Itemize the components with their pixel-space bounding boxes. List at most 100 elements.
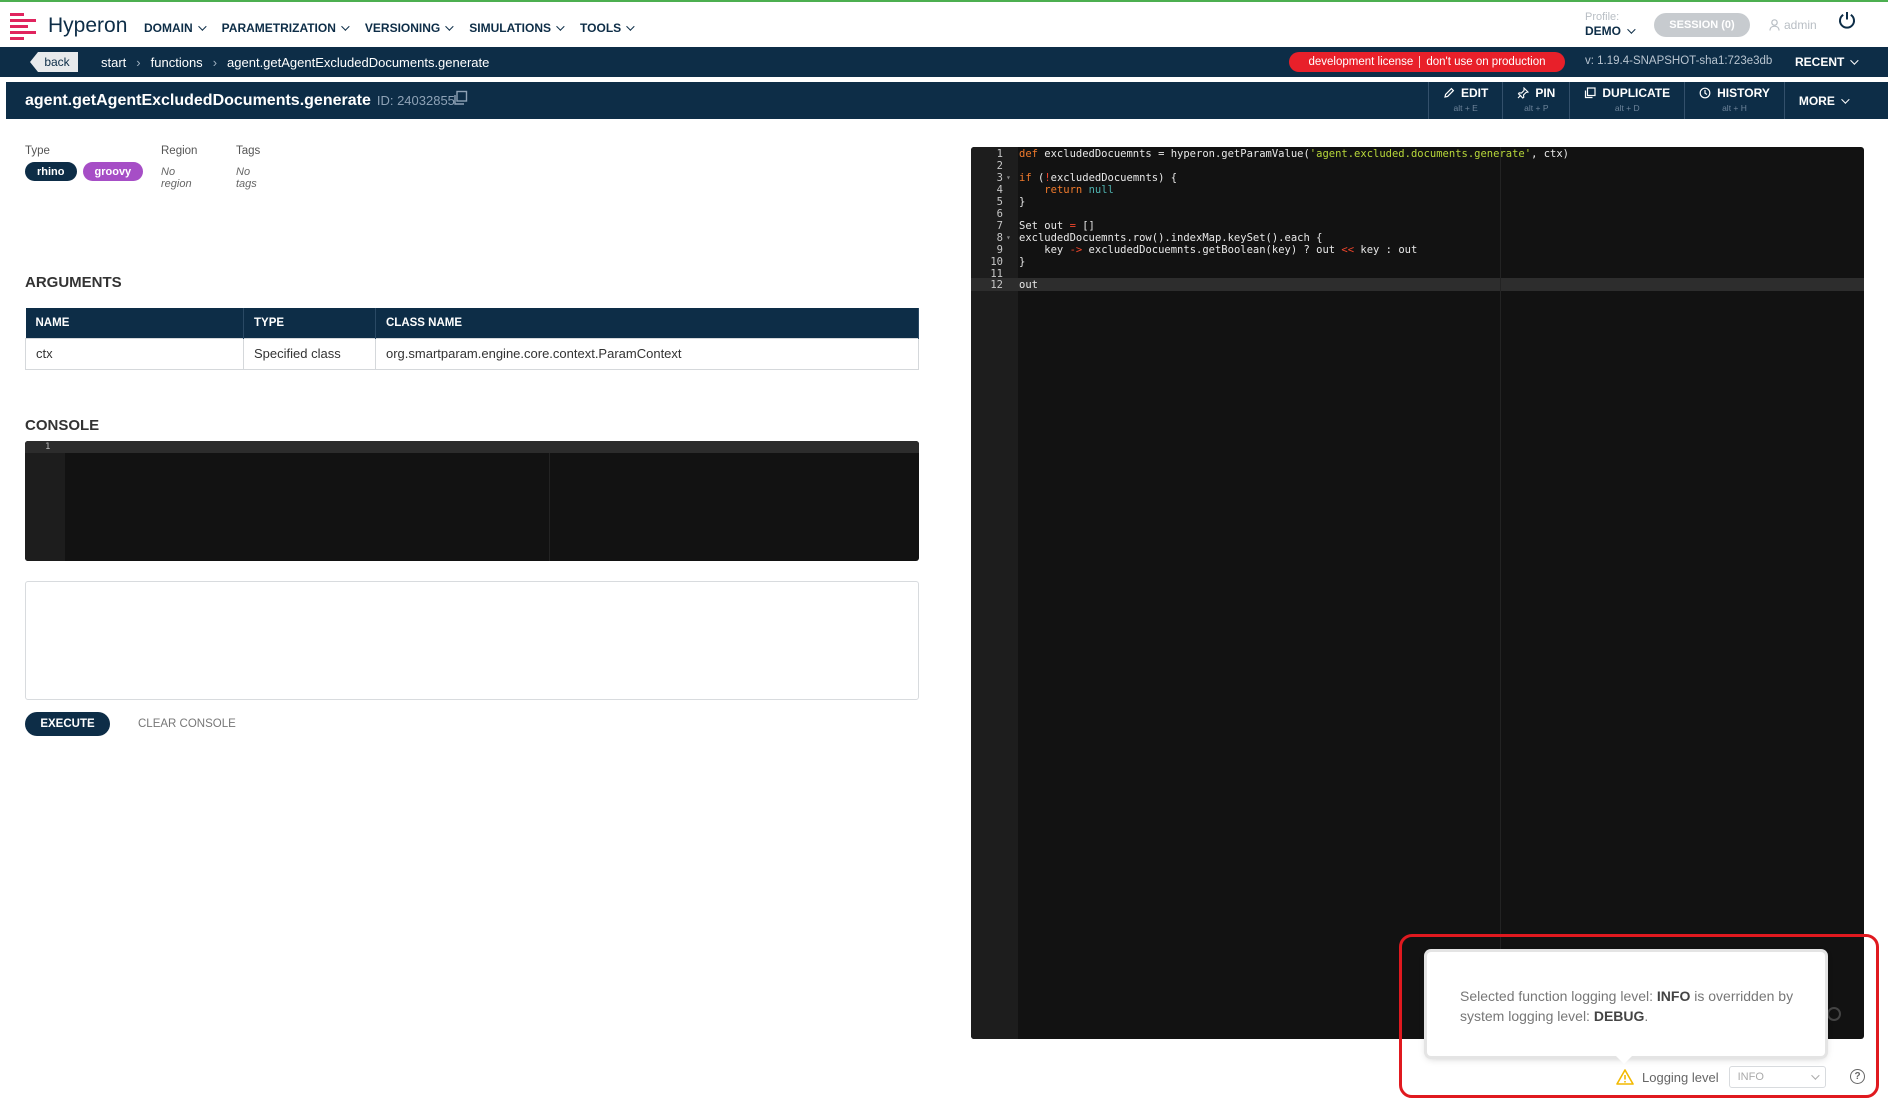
region-field: Region No region — [161, 145, 197, 190]
arg-class-name: org.smartparam.engine.core.context.Param… — [375, 337, 919, 370]
recent-label: RECENT — [1795, 55, 1845, 69]
nav-label: PARAMETRIZATION — [221, 21, 336, 35]
console-editor[interactable]: 1 — [25, 441, 919, 561]
nav-label: TOOLS — [580, 21, 622, 35]
copy-icon — [1585, 87, 1596, 99]
arguments-heading: ARGUMENTS — [25, 274, 122, 291]
fold-icon: ▾ — [1006, 233, 1011, 242]
col-type: TYPE — [243, 308, 376, 338]
tags-field: Tags No tags — [236, 145, 260, 190]
function-id: ID: 24032855 — [376, 93, 455, 108]
license-warning: don't use on production — [1426, 56, 1546, 68]
recent-menu[interactable]: RECENT — [1795, 55, 1860, 69]
pin-label: PIN — [1535, 86, 1556, 100]
arg-type: Specified class — [243, 337, 376, 370]
edit-button[interactable]: EDIT alt + E — [1428, 82, 1502, 119]
console-line-number: 1 — [45, 442, 51, 452]
type-label: Type — [25, 145, 50, 157]
history-label: HISTORY — [1717, 86, 1770, 100]
more-button[interactable]: MORE — [1783, 82, 1861, 119]
user-menu[interactable]: admin — [1769, 18, 1817, 32]
chevron-down-icon — [341, 22, 350, 31]
duplicate-button[interactable]: DUPLICATE alt + D — [1569, 82, 1684, 119]
nav-versioning[interactable]: VERSIONING — [364, 21, 454, 35]
type-field: Type rhino groovy — [25, 145, 144, 181]
power-icon[interactable] — [1838, 11, 1856, 29]
nav-simulations[interactable]: SIMULATIONS — [469, 21, 565, 35]
duplicate-shortcut: alt + D — [1614, 103, 1640, 113]
function-actions: EDIT alt + E PIN alt + P DUPLICATE alt +… — [1428, 82, 1861, 119]
nav-label: SIMULATIONS — [469, 21, 552, 35]
breadcrumb-current: agent.getAgentExcludedDocuments.generate — [227, 55, 490, 70]
logging-tooltip: Selected function logging level: INFO is… — [1427, 952, 1825, 1064]
pencil-icon — [1444, 87, 1455, 98]
top-navbar: Hyperon DOMAIN PARAMETRIZATION VERSIONIN… — [0, 0, 1888, 47]
col-class-name: CLASS NAME — [375, 308, 919, 338]
app-logo[interactable]: Hyperon — [10, 12, 127, 40]
pin-icon — [1517, 87, 1530, 99]
nav-label: VERSIONING — [364, 21, 441, 35]
code-line: 4 return null — [996, 184, 1114, 196]
code-line: 9 key -> excludedDocuemnts.getBoolean(ke… — [996, 244, 1418, 256]
edit-shortcut: alt + E — [1453, 103, 1478, 113]
breadcrumb-bar: back start › functions › agent.getAgentE… — [0, 47, 1888, 77]
logging-level-label: Logging level — [1642, 1069, 1719, 1085]
back-button[interactable]: back — [30, 52, 78, 72]
profile-value: DEMO — [1585, 24, 1621, 38]
nav-label: DOMAIN — [144, 21, 193, 35]
breadcrumb-separator-icon: › — [212, 55, 218, 70]
type-chip-groovy[interactable]: groovy — [82, 162, 144, 181]
col-name: NAME — [25, 308, 244, 338]
edit-label: EDIT — [1461, 86, 1489, 100]
region-label: Region — [161, 145, 198, 157]
logging-level-control: Logging level INFO — [1616, 1066, 1826, 1088]
console-heading: CONSOLE — [25, 417, 100, 434]
code-line: 7 Set out = [] — [996, 220, 1095, 232]
code-line: 2 — [996, 160, 1003, 172]
pin-button[interactable]: PIN alt + P — [1502, 82, 1569, 119]
arg-name: ctx — [25, 337, 244, 370]
code-editor[interactable]: 1 def excludedDocuemnts = hyperon.getPara… — [971, 147, 1864, 1039]
session-button[interactable]: SESSION (0) — [1654, 13, 1750, 37]
code-line: 5} — [996, 196, 1026, 208]
profile-label: Profile: — [1585, 11, 1620, 23]
nav-tools[interactable]: TOOLS — [580, 21, 635, 35]
chevron-down-icon — [556, 22, 565, 31]
chevron-down-icon — [1850, 56, 1860, 65]
clock-icon — [1699, 87, 1711, 99]
chevron-down-icon — [1627, 25, 1636, 34]
chevron-down-icon — [445, 22, 454, 31]
chevron-down-icon — [1810, 1071, 1820, 1080]
nav-domain[interactable]: DOMAIN — [144, 21, 207, 35]
logging-level-select[interactable]: INFO — [1728, 1066, 1826, 1088]
fold-icon: ▾ — [1006, 173, 1011, 182]
code-line: 12 out — [990, 279, 1038, 291]
nav-parametrization[interactable]: PARAMETRIZATION — [221, 21, 350, 35]
arguments-table: NAME TYPE CLASS NAME ctx Specified class… — [25, 308, 919, 370]
table-row: ctx Specified class org.smartparam.engin… — [25, 337, 919, 370]
profile-selector[interactable]: Profile: DEMO — [1585, 11, 1636, 38]
console-output — [25, 581, 919, 700]
code-line: 10} — [990, 256, 1026, 268]
user-icon — [1769, 19, 1780, 31]
chevron-down-icon — [1840, 94, 1850, 104]
code-line: 1 def excludedDocuemnts = hyperon.getPara… — [996, 148, 1569, 160]
breadcrumb-start[interactable]: start — [101, 55, 126, 70]
code-line: 8 ▾ excludedDocuemnts.row().indexMap.keySe… — [996, 232, 1323, 244]
region-value: No region — [161, 166, 192, 190]
code-line: 3 ▾ if (!excludedDocuemnts) { — [996, 172, 1178, 184]
function-title: agent.getAgentExcludedDocuments.generate — [25, 92, 371, 109]
logging-level-value: INFO — [1737, 1071, 1764, 1083]
chevron-down-icon — [626, 22, 635, 31]
history-button[interactable]: HISTORY alt + H — [1684, 82, 1784, 119]
breadcrumb-functions[interactable]: functions — [151, 55, 203, 70]
breadcrumb: start › functions › agent.getAgentExclud… — [101, 55, 489, 70]
copy-icon[interactable] — [452, 90, 468, 106]
execute-button[interactable]: EXECUTE — [25, 712, 110, 736]
tags-label: Tags — [236, 145, 261, 157]
help-icon[interactable]: ? — [1850, 1069, 1865, 1084]
type-chip-rhino[interactable]: rhino — [25, 162, 77, 181]
clear-console-button[interactable]: CLEAR CONSOLE — [138, 718, 236, 730]
warning-icon — [1616, 1069, 1634, 1085]
main-nav: DOMAIN PARAMETRIZATION VERSIONING SIMULA… — [144, 21, 635, 35]
